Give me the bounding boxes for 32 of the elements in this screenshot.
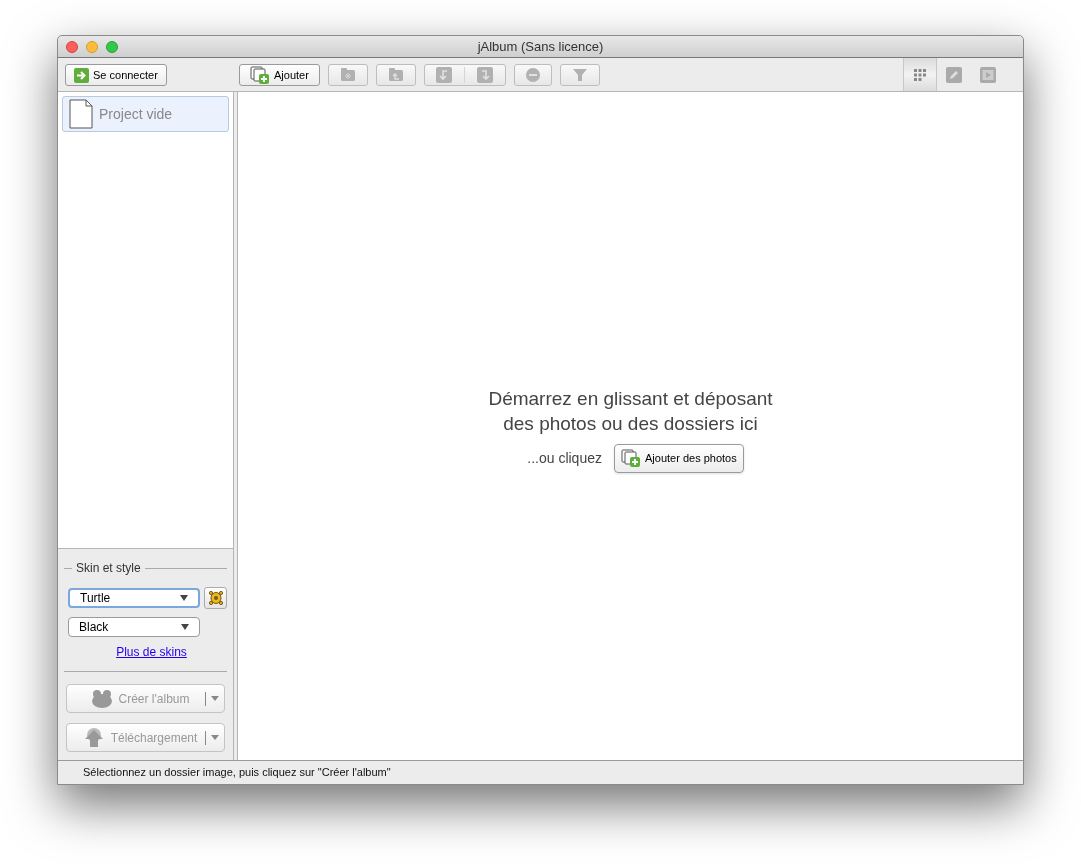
minus-circle-icon xyxy=(524,67,541,83)
play-icon xyxy=(980,66,996,83)
arrow-right-icon xyxy=(74,67,89,83)
more-skins-link[interactable]: Plus de skins xyxy=(116,643,187,661)
add-photos-icon xyxy=(621,449,641,467)
zoom-button[interactable] xyxy=(106,40,118,53)
caret-icon xyxy=(180,595,188,601)
minimize-button[interactable] xyxy=(86,40,98,53)
style-dropdown[interactable]: Black xyxy=(68,617,200,637)
caret-icon xyxy=(211,735,219,740)
close-button[interactable] xyxy=(66,40,78,53)
funnel-icon xyxy=(571,67,588,83)
caret-icon xyxy=(211,696,219,701)
status-text: Sélectionnez un dossier image, puis cliquez sur "Créer l'album" xyxy=(83,765,391,781)
drop-hint-text: Démarrez en glissant et déposant xyxy=(488,386,773,411)
window-title: jAlbum (Sans licence) xyxy=(477,37,604,56)
caret-icon xyxy=(181,624,189,630)
add-photos-button[interactable]: Ajouter des photos xyxy=(614,443,744,473)
turtle-icon[interactable] xyxy=(204,587,227,609)
pencil-icon xyxy=(946,66,962,83)
grid-icon xyxy=(912,66,928,83)
grid-view-button[interactable] xyxy=(903,58,937,91)
folder-icon xyxy=(339,67,356,83)
or-click-text: ...ou cliquez xyxy=(527,448,602,468)
add-button[interactable]: Ajouter xyxy=(239,64,320,86)
login-button[interactable]: Se connecter xyxy=(65,64,167,86)
drop-hint-text: des photos ou des dossiers ici xyxy=(503,411,758,436)
document-icon xyxy=(69,99,93,129)
section-legend: Skin et style xyxy=(76,559,141,577)
folder-up-icon xyxy=(387,67,404,83)
skin-dropdown[interactable]: Turtle xyxy=(68,588,200,608)
add-icon xyxy=(250,66,270,84)
